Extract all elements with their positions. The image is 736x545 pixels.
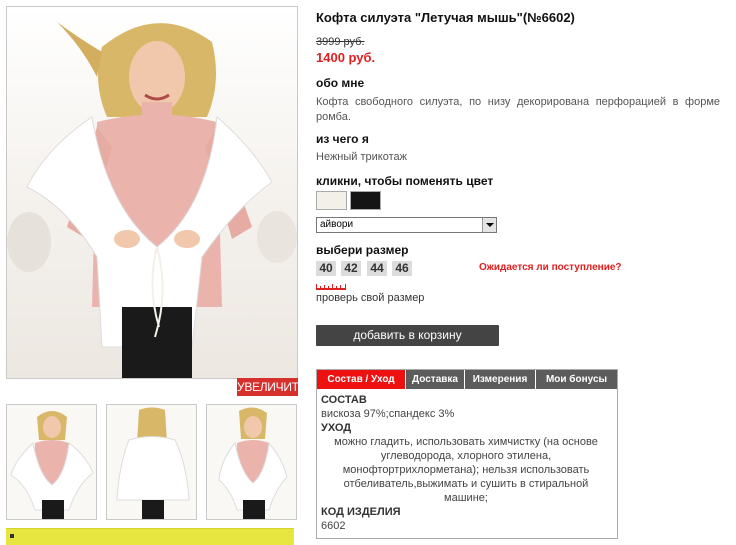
- color-heading: кликни, чтобы поменять цвет: [316, 174, 494, 188]
- material-heading: из чего я: [316, 132, 369, 146]
- promo-strip: [6, 528, 294, 545]
- product-code-value: 6602: [321, 520, 346, 532]
- tab-measurements[interactable]: Измерения: [465, 370, 535, 389]
- ruler-icon[interactable]: [316, 284, 346, 290]
- tab-composition-care[interactable]: Состав / Уход: [317, 370, 405, 389]
- promo-bullet-icon: [10, 534, 14, 538]
- thumbnail-back[interactable]: [106, 404, 197, 520]
- tab-delivery[interactable]: Доставка: [406, 370, 464, 389]
- size-option-42[interactable]: 42: [341, 261, 361, 276]
- old-price: 3999 руб.: [316, 36, 365, 48]
- new-price: 1400 руб.: [316, 50, 376, 65]
- about-text: Кофта свободного силуэта, по низу декори…: [316, 96, 720, 123]
- thumbnail-front[interactable]: [6, 404, 97, 520]
- add-to-cart-button[interactable]: добавить в корзину: [316, 325, 499, 346]
- main-product-photo[interactable]: [6, 6, 298, 379]
- thumbnail-back-image: [116, 407, 190, 519]
- thumbnail-front-image: [10, 411, 94, 519]
- check-size-link[interactable]: проверь свой размер: [316, 292, 424, 304]
- restock-inquiry-link[interactable]: Ожидается ли поступление?: [479, 262, 622, 273]
- about-heading: обо мне: [316, 76, 365, 90]
- material-text: Нежный трикотаж: [316, 151, 407, 163]
- size-option-40[interactable]: 40: [316, 261, 336, 276]
- size-option-44[interactable]: 44: [367, 261, 387, 276]
- care-text: можно гладить, использовать химчистку (н…: [334, 436, 598, 504]
- color-swatch-ivory[interactable]: [316, 191, 347, 210]
- tab-content: СОСТАВ вискоза 97%;спандекс 3% УХОД можн…: [321, 393, 611, 533]
- composition-heading: СОСТАВ: [321, 394, 367, 406]
- composition-text: вискоза 97%;спандекс 3%: [321, 408, 455, 420]
- product-code-heading: КОД ИЗДЕЛИЯ: [321, 506, 401, 518]
- size-heading: выбери размер: [316, 243, 409, 257]
- tab-my-bonuses[interactable]: Мои бонусы: [536, 370, 617, 389]
- thumbnail-side-image: [218, 407, 288, 519]
- size-option-46[interactable]: 46: [392, 261, 412, 276]
- color-swatch-black[interactable]: [350, 191, 381, 210]
- color-select-value: айвори: [320, 219, 354, 230]
- model-illustration: [7, 22, 297, 378]
- color-select[interactable]: айвори: [316, 217, 497, 233]
- thumbnail-side[interactable]: [206, 404, 297, 520]
- product-title: Кофта силуэта "Летучая мышь"(№6602): [316, 10, 575, 25]
- zoom-button[interactable]: УВЕЛИЧИТЬ: [237, 378, 307, 396]
- care-heading: УХОД: [321, 422, 352, 434]
- chevron-down-icon[interactable]: [482, 218, 496, 232]
